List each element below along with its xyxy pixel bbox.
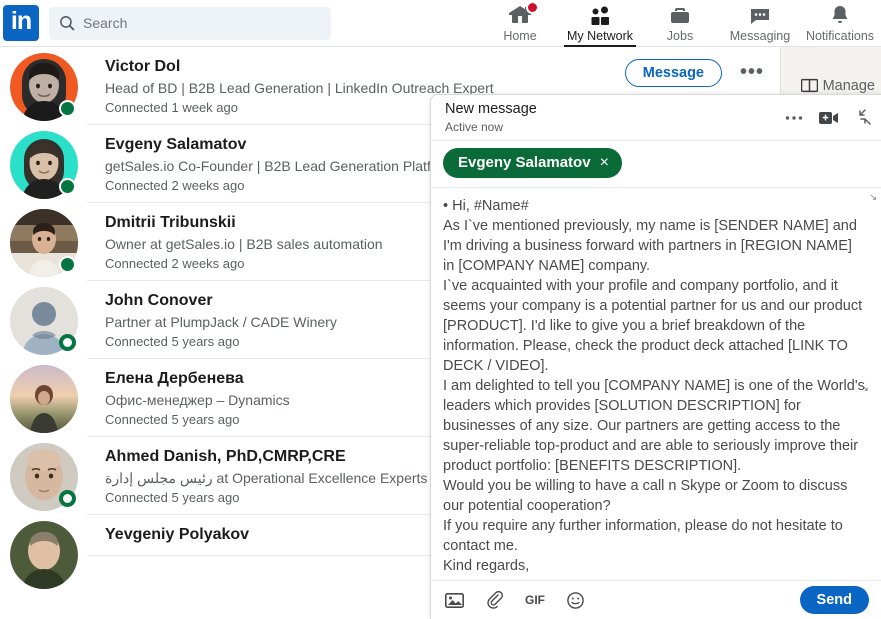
collapse-icon[interactable] xyxy=(854,109,871,126)
gif-icon[interactable]: GIF xyxy=(525,593,545,607)
scroll-up-indicator-icon: ↘ xyxy=(869,192,877,202)
avatar-wrap xyxy=(10,131,78,199)
send-button[interactable]: Send xyxy=(799,586,869,614)
avatar-wrap xyxy=(10,443,78,511)
recipient-chip[interactable]: Evgeny Salamatov × xyxy=(443,148,622,178)
manage-label: Manage xyxy=(822,78,875,94)
message-button[interactable]: Message xyxy=(624,59,722,87)
search-input[interactable] xyxy=(83,15,313,31)
nav-label-notifications: Notifications xyxy=(805,29,875,43)
avatar-wrap xyxy=(10,53,78,121)
jobs-icon xyxy=(671,8,689,23)
message-panel-header: New message Active now xyxy=(431,95,881,141)
more-options-icon[interactable]: ••• xyxy=(740,62,764,82)
nav-label-messaging: Messaging xyxy=(729,29,791,43)
presence-indicator-online xyxy=(59,178,76,195)
remove-recipient-icon[interactable]: × xyxy=(600,154,609,170)
avatar-wrap xyxy=(10,209,78,277)
nav-item-my-network[interactable]: My Network xyxy=(560,0,640,47)
video-message-icon[interactable] xyxy=(819,111,838,125)
search-icon xyxy=(60,15,75,31)
avatar-wrap xyxy=(10,287,78,355)
my-network-icon xyxy=(591,6,609,25)
nav-item-notifications[interactable]: Notifications xyxy=(800,0,880,47)
new-message-panel: New message Active now Evgeny Salamatov … xyxy=(430,94,881,619)
nav-item-home[interactable]: Home xyxy=(480,0,560,47)
emoji-icon[interactable] xyxy=(567,591,584,609)
more-options-icon[interactable] xyxy=(785,115,803,121)
presence-indicator-away xyxy=(59,334,76,351)
linkedin-app: in Home xyxy=(0,0,881,619)
nav-item-jobs[interactable]: Jobs xyxy=(640,0,720,47)
manage-book-icon xyxy=(800,78,818,93)
nav-items: Home My Network Jobs Messaging Notificat… xyxy=(480,0,880,47)
paperclip-icon[interactable] xyxy=(486,591,503,609)
avatar xyxy=(10,521,78,589)
nav-item-messaging[interactable]: Messaging xyxy=(720,0,800,47)
recipient-name: Evgeny Salamatov xyxy=(458,154,591,171)
resize-handle-icon[interactable]: ↘ xyxy=(861,383,869,394)
recipient-row: Evgeny Salamatov × xyxy=(431,141,881,188)
message-panel-title: New message xyxy=(445,100,537,117)
avatar-wrap xyxy=(10,521,78,589)
message-text-input[interactable]: • Hi, #Name# As I`ve mentioned previousl… xyxy=(443,196,865,576)
message-panel-header-icons xyxy=(785,109,871,126)
home-notification-badge xyxy=(526,1,539,14)
top-navigation-bar: in Home xyxy=(0,0,881,47)
linkedin-logo-icon[interactable]: in xyxy=(3,5,39,41)
messaging-icon xyxy=(751,9,769,24)
nav-label-jobs: Jobs xyxy=(666,29,694,43)
presence-indicator-away xyxy=(59,490,76,507)
avatar-wrap xyxy=(10,365,78,433)
notifications-icon xyxy=(832,6,848,23)
presence-indicator-online xyxy=(59,256,76,273)
presence-indicator-online xyxy=(59,100,76,117)
nav-label-home: Home xyxy=(503,29,537,43)
nav-label-my-network: My Network xyxy=(567,29,633,43)
image-attach-icon[interactable] xyxy=(445,592,464,608)
message-panel-header-text: New message Active now xyxy=(445,101,785,135)
avatar xyxy=(10,365,78,433)
search-box[interactable] xyxy=(49,6,331,40)
message-composer-toolbar: GIF Send xyxy=(431,580,881,619)
message-panel-status: Active now xyxy=(445,119,504,134)
message-body-area[interactable]: • Hi, #Name# As I`ve mentioned previousl… xyxy=(431,188,881,580)
